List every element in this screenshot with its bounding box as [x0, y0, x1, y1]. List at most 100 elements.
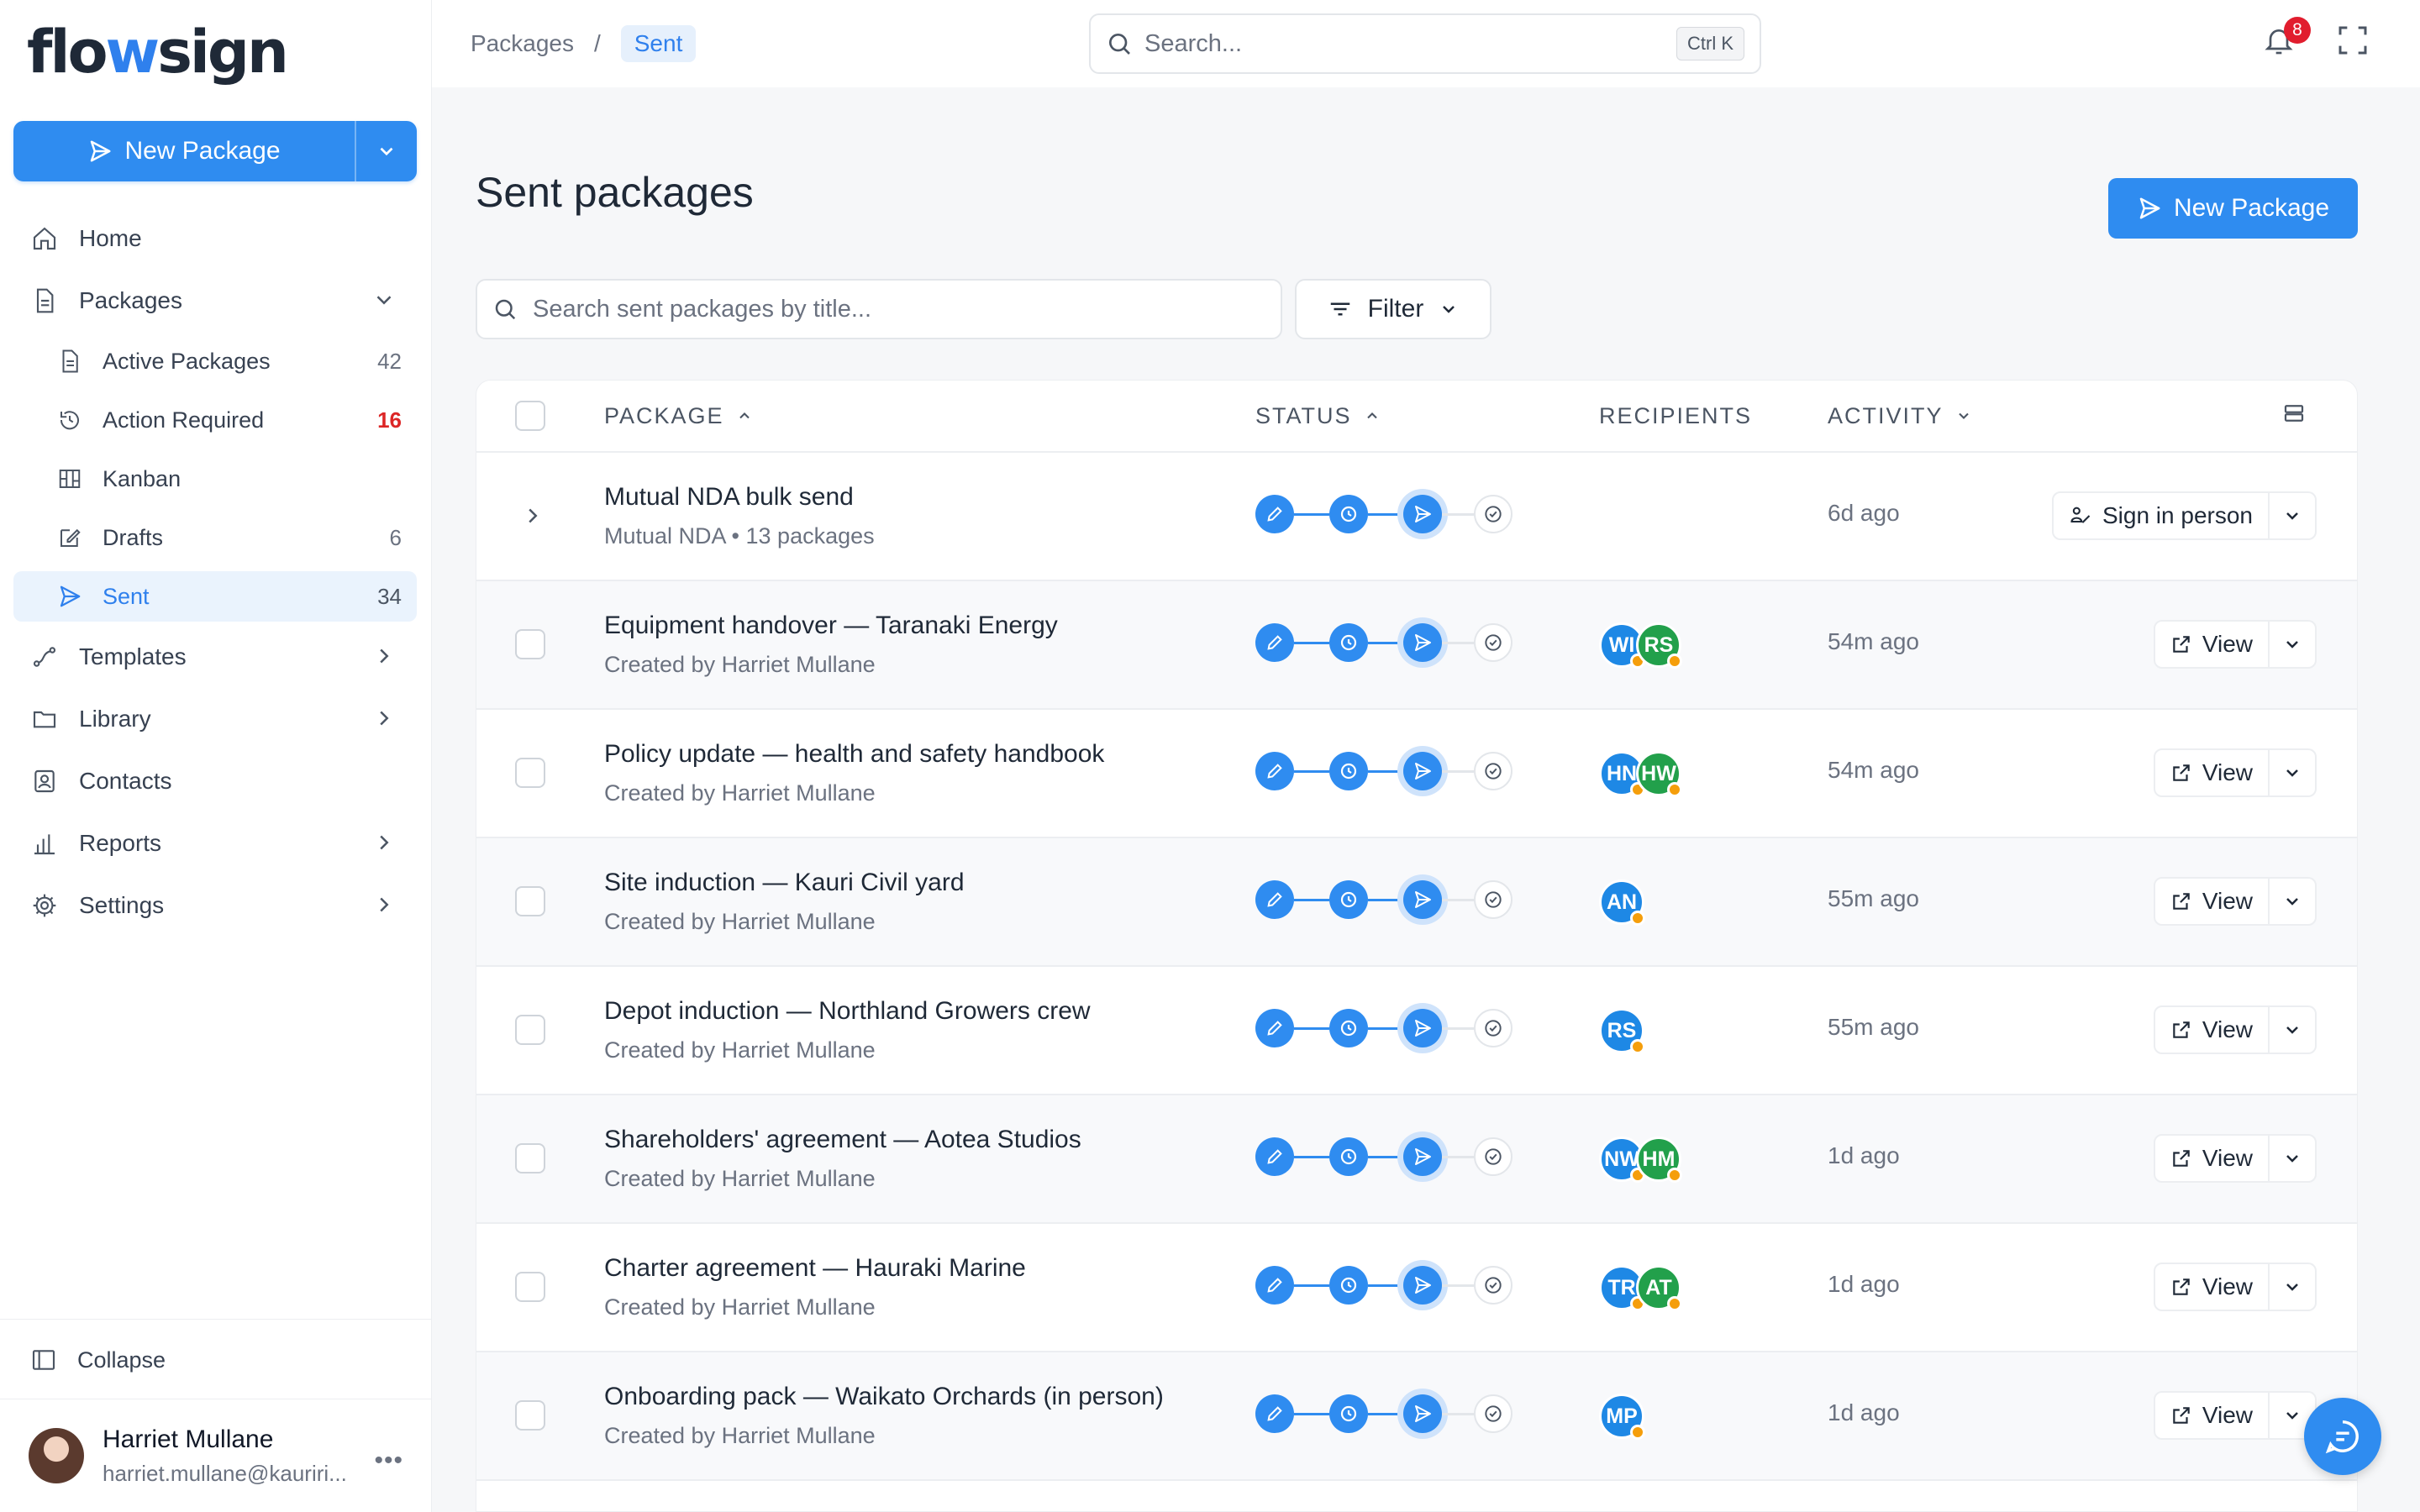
- row-checkbox[interactable]: [515, 1272, 545, 1302]
- chevron-right-icon: [371, 643, 397, 675]
- sidebar-item-action-required[interactable]: Action Required 16: [13, 395, 417, 445]
- step-completed: [1474, 495, 1512, 533]
- filter-button[interactable]: Filter: [1295, 279, 1491, 339]
- sidebar-item-label: Contacts: [79, 768, 172, 794]
- package-title[interactable]: Onboarding pack — Waikato Orchards (in p…: [604, 1383, 1164, 1411]
- sidebar-item-packages[interactable]: Packages: [13, 274, 417, 328]
- send-icon: [1415, 1148, 1431, 1165]
- package-subtitle: Created by Harriet Mullane: [604, 1037, 876, 1063]
- sidebar-item-sent[interactable]: Sent 34: [13, 571, 417, 622]
- row-action-button[interactable]: View: [2153, 620, 2270, 669]
- column-package[interactable]: PACKAGE: [604, 403, 753, 429]
- sidebar-toggle-icon: [32, 1350, 55, 1370]
- chevron-down-icon: [1443, 306, 1455, 313]
- chat-button[interactable]: [2304, 1398, 2381, 1475]
- table-row[interactable]: Mutual NDA bulk send Mutual NDA • 13 pac…: [476, 453, 2357, 581]
- table-row[interactable]: Depot induction — Northland Growers crew…: [476, 967, 2357, 1095]
- row-action-dropdown[interactable]: [2270, 1005, 2317, 1054]
- step-sent: [1403, 752, 1442, 790]
- sidebar-item-templates[interactable]: Templates: [13, 630, 417, 684]
- package-title[interactable]: Depot induction — Northland Growers crew: [604, 997, 1091, 1026]
- new-package-dropdown[interactable]: [356, 121, 417, 181]
- row-action-dropdown[interactable]: [2270, 1263, 2317, 1311]
- package-title[interactable]: Policy update — health and safety handbo…: [604, 740, 1104, 769]
- row-action-button[interactable]: View: [2153, 1005, 2270, 1054]
- row-action-button[interactable]: View: [2153, 1391, 2270, 1440]
- row-checkbox[interactable]: [515, 629, 545, 659]
- global-search-input[interactable]: Search... Ctrl K: [1089, 13, 1761, 74]
- select-all-checkbox[interactable]: [515, 401, 545, 431]
- recipient-avatar[interactable]: AN: [1599, 879, 1645, 926]
- column-settings-button[interactable]: [2281, 401, 2307, 432]
- row-action-dropdown[interactable]: [2270, 491, 2317, 540]
- sidebar-item-reports[interactable]: Reports: [13, 816, 417, 870]
- chevron-down-icon: [2286, 1026, 2298, 1034]
- row-action-dropdown[interactable]: [2270, 1134, 2317, 1183]
- column-status[interactable]: STATUS: [1255, 403, 1381, 429]
- flowsign-logo[interactable]: flowsign: [27, 18, 289, 86]
- sidebar-item-contacts[interactable]: Contacts: [13, 754, 417, 808]
- row-checkbox[interactable]: [515, 758, 545, 788]
- recipient-avatar[interactable]: MP: [1599, 1394, 1645, 1440]
- table-row[interactable]: Equipment handover — Taranaki Energy Cre…: [476, 581, 2357, 710]
- expand-row-button[interactable]: [520, 503, 545, 533]
- row-action-button[interactable]: View: [2153, 748, 2270, 797]
- step-completed: [1474, 623, 1512, 662]
- package-title[interactable]: Mutual NDA bulk send: [604, 483, 875, 512]
- sidebar-item-drafts[interactable]: Drafts 6: [13, 512, 417, 563]
- recipient-initials: AT: [1645, 1275, 1672, 1299]
- user-profile[interactable]: Harriet Mullane harriet.mullane@kauriri.…: [0, 1399, 432, 1512]
- recipient-avatar[interactable]: HM: [1636, 1137, 1682, 1183]
- sidebar-item-library[interactable]: Library: [13, 692, 417, 746]
- breadcrumb-separator: /: [593, 30, 601, 56]
- step-completed: [1474, 1394, 1512, 1433]
- column-activity[interactable]: ACTIVITY: [1828, 403, 1972, 429]
- row-action-button[interactable]: View: [2153, 877, 2270, 926]
- sidebar-item-home[interactable]: Home: [13, 212, 417, 265]
- row-checkbox[interactable]: [515, 1143, 545, 1173]
- table-row[interactable]: Policy update — health and safety handbo…: [476, 710, 2357, 838]
- row-action-button[interactable]: View: [2153, 1134, 2270, 1183]
- breadcrumb-packages[interactable]: Packages: [471, 30, 574, 57]
- package-search-input[interactable]: Search sent packages by title...: [476, 279, 1282, 339]
- sidebar-item-settings[interactable]: Settings: [13, 879, 417, 932]
- sidebar-item-kanban[interactable]: Kanban: [13, 454, 417, 504]
- package-title[interactable]: Site induction — Kauri Civil yard: [604, 869, 965, 897]
- step-scheduled: [1329, 1266, 1368, 1305]
- table-row[interactable]: Charter agreement — Hauraki Marine Creat…: [476, 1224, 2357, 1352]
- recipient-avatar[interactable]: RS: [1599, 1008, 1645, 1054]
- row-actions: View: [2153, 620, 2317, 669]
- sidebar-item-label: Home: [79, 225, 142, 251]
- fullscreen-button[interactable]: [2336, 24, 2370, 61]
- recipient-avatar[interactable]: AT: [1636, 1265, 1682, 1311]
- external-link-icon: [2173, 1150, 2190, 1167]
- collapse-button[interactable]: Collapse: [0, 1320, 432, 1400]
- notifications-button[interactable]: 8: [2262, 17, 2311, 62]
- status-stepper: [1255, 752, 1512, 790]
- package-subtitle: Created by Harriet Mullane: [604, 780, 876, 806]
- package-title[interactable]: Shareholders' agreement — Aotea Studios: [604, 1126, 1081, 1154]
- step-draft: [1255, 752, 1294, 790]
- sidebar-item-active-packages[interactable]: Active Packages 42: [13, 336, 417, 386]
- table-row[interactable]: Site induction — Kauri Civil yard Create…: [476, 838, 2357, 967]
- row-action-button[interactable]: View: [2153, 1263, 2270, 1311]
- row-action-dropdown[interactable]: [2270, 877, 2317, 926]
- row-action-button[interactable]: Sign in person: [2051, 491, 2270, 540]
- activity-time: 55m ago: [1828, 1014, 1919, 1040]
- package-title[interactable]: Equipment handover — Taranaki Energy: [604, 612, 1058, 640]
- row-action-dropdown[interactable]: [2270, 748, 2317, 797]
- new-package-button[interactable]: New Package: [13, 121, 356, 181]
- row-action-dropdown[interactable]: [2270, 620, 2317, 669]
- table-row[interactable]: Shareholders' agreement — Aotea Studios …: [476, 1095, 2357, 1224]
- new-package-button-main[interactable]: New Package: [2108, 178, 2358, 239]
- package-title[interactable]: Charter agreement — Hauraki Marine: [604, 1254, 1026, 1283]
- status-stepper: [1255, 1137, 1512, 1176]
- row-checkbox[interactable]: [515, 1400, 545, 1431]
- breadcrumb: Packages / Sent: [471, 25, 697, 62]
- recipient-avatar[interactable]: HW: [1636, 751, 1682, 797]
- row-checkbox[interactable]: [515, 1015, 545, 1045]
- row-checkbox[interactable]: [515, 886, 545, 916]
- table-row[interactable]: Onboarding pack — Waikato Orchards (in p…: [476, 1352, 2357, 1481]
- recipient-avatar[interactable]: RS: [1636, 622, 1682, 669]
- more-icon[interactable]: •••: [374, 1446, 403, 1475]
